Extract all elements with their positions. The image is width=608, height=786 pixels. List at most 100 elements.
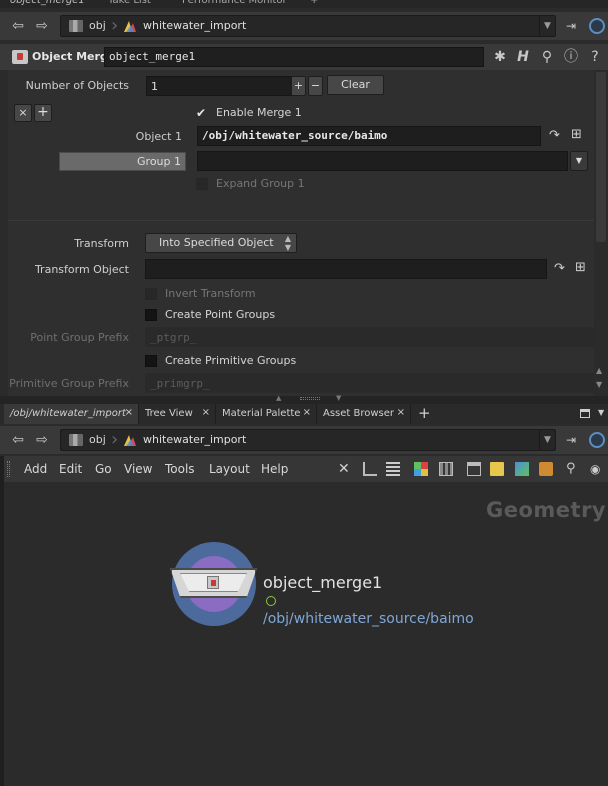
- add-tab-button[interactable]: +: [418, 404, 431, 422]
- jump-icon[interactable]: ↷: [549, 128, 560, 143]
- node-type-label: Object Merge: [32, 50, 116, 63]
- package-icon[interactable]: [539, 462, 553, 476]
- lower-path-bar: ⇦ ⇨ obj › whitewater_import ▼ ⇥: [0, 426, 608, 454]
- num-objects-field[interactable]: 1: [146, 76, 292, 96]
- parameters-scrollbar[interactable]: ▲ ▼: [594, 70, 608, 396]
- back-arrow-icon[interactable]: ⇦: [10, 432, 26, 448]
- link-icon[interactable]: [589, 18, 605, 34]
- pin-icon[interactable]: ⇥: [566, 433, 576, 447]
- network-editor[interactable]: [4, 482, 608, 786]
- path-segment-node[interactable]: whitewater_import: [143, 433, 246, 446]
- menu-view[interactable]: View: [124, 462, 152, 476]
- maximize-icon[interactable]: [580, 409, 590, 418]
- create-prim-groups-label: Create Primitive Groups: [165, 354, 297, 367]
- enable-merge-checkbox[interactable]: ✔: [196, 106, 206, 120]
- menu-go[interactable]: Go: [95, 462, 112, 476]
- create-prim-groups-checkbox[interactable]: [145, 355, 157, 367]
- transform-object-field[interactable]: [145, 259, 547, 279]
- node-name-label[interactable]: object_merge1: [263, 573, 382, 592]
- scrollbar-thumb[interactable]: [596, 72, 606, 242]
- invert-transform-label: Invert Transform: [165, 287, 256, 300]
- back-arrow-icon[interactable]: ⇦: [10, 18, 26, 34]
- forward-arrow-icon[interactable]: ⇨: [34, 18, 50, 34]
- add-multiparm-button[interactable]: +: [34, 104, 52, 122]
- enable-merge-label: Enable Merge 1: [216, 106, 302, 119]
- path-field[interactable]: obj › whitewater_import ▼: [60, 15, 556, 37]
- close-icon[interactable]: ×: [202, 407, 210, 418]
- close-icon[interactable]: ×: [125, 407, 133, 418]
- scroll-down-icon[interactable]: ▼: [596, 380, 602, 389]
- path-segment-node[interactable]: whitewater_import: [143, 19, 246, 32]
- remove-multiparm-button[interactable]: ×: [14, 104, 32, 122]
- object1-label: Object 1: [135, 130, 182, 143]
- top-tab-strip: object_merge1 Take List Performance Moni…: [0, 0, 608, 8]
- search-icon[interactable]: ⚲: [538, 48, 556, 66]
- top-path-bar: ⇦ ⇨ obj › whitewater_import ▼ ⇥: [0, 12, 608, 40]
- decrement-button[interactable]: −: [308, 76, 323, 96]
- network-icon: [69, 434, 83, 446]
- group1-label-box: Group 1: [59, 152, 186, 171]
- list-icon[interactable]: [386, 462, 400, 476]
- menu-help[interactable]: Help: [261, 462, 288, 476]
- increment-button[interactable]: +: [291, 76, 306, 96]
- point-group-prefix-field: _ptgrp_: [145, 327, 594, 347]
- group1-field[interactable]: [197, 151, 568, 171]
- transform-menu[interactable]: Into Specified Object ▲ ▼: [145, 233, 297, 253]
- forward-arrow-icon[interactable]: ⇨: [34, 432, 50, 448]
- tab-network-view[interactable]: /obj/whitewater_import ×: [4, 404, 139, 424]
- gear-icon[interactable]: ✱: [491, 48, 509, 66]
- node-chooser-icon[interactable]: ⊞: [571, 127, 582, 142]
- node-name-field[interactable]: object_merge1: [104, 47, 484, 67]
- tools-wrench-icon[interactable]: ✕: [338, 462, 352, 476]
- help-h-icon[interactable]: H: [514, 48, 532, 66]
- network-menu-bar: Add Edit Go View Tools Layout Help ✕ ⚲ ◉: [4, 456, 608, 482]
- path-segment-obj[interactable]: obj: [89, 433, 106, 446]
- sticky-note-icon[interactable]: [490, 462, 504, 476]
- menu-edit[interactable]: Edit: [59, 462, 82, 476]
- info-icon[interactable]: ⓘ: [562, 48, 580, 66]
- close-icon[interactable]: ×: [303, 407, 311, 418]
- pane-divider[interactable]: ▲ ▼: [0, 394, 608, 404]
- search-icon[interactable]: ⚲: [566, 462, 580, 476]
- collapse-down-icon[interactable]: ▼: [336, 394, 341, 402]
- node-chooser-icon[interactable]: ⊞: [575, 260, 586, 275]
- lower-tab-bar: /obj/whitewater_import × Tree View × Mat…: [0, 404, 608, 424]
- tab-tree-view[interactable]: Tree View ×: [139, 404, 216, 424]
- path-field[interactable]: obj › whitewater_import ▼: [60, 429, 556, 451]
- drag-handle[interactable]: [300, 397, 320, 400]
- object-icon: [124, 21, 136, 32]
- close-icon[interactable]: ×: [397, 407, 405, 418]
- tab-asset-browser[interactable]: Asset Browser ×: [317, 404, 411, 424]
- pane-menu-icon[interactable]: ▼: [598, 408, 604, 417]
- pin-icon[interactable]: ⇥: [566, 19, 576, 33]
- chevron-down-icon[interactable]: ▼: [539, 16, 555, 36]
- tree-layout-icon[interactable]: [363, 462, 377, 476]
- color-palette-icon[interactable]: [414, 462, 428, 476]
- add-tab-button[interactable]: +: [310, 0, 318, 8]
- group1-dropdown-icon[interactable]: ▼: [570, 151, 588, 171]
- context-label: Geometry: [486, 498, 607, 522]
- chevron-down-icon[interactable]: ▼: [539, 430, 555, 450]
- collapse-up-icon[interactable]: ▲: [276, 394, 281, 402]
- menu-layout[interactable]: Layout: [209, 462, 250, 476]
- tab-take-list[interactable]: Take List: [108, 0, 151, 8]
- image-icon[interactable]: [515, 462, 529, 476]
- link-icon[interactable]: [589, 432, 605, 448]
- jump-icon[interactable]: ↷: [554, 261, 565, 276]
- create-point-groups-checkbox[interactable]: [145, 309, 157, 321]
- network-box-icon[interactable]: [467, 462, 481, 476]
- grid-icon[interactable]: [439, 462, 453, 476]
- tab-object-merge1[interactable]: object_merge1: [10, 0, 85, 8]
- help-icon[interactable]: ?: [586, 48, 604, 66]
- tab-material-palette[interactable]: Material Palette ×: [216, 404, 317, 424]
- menu-tools[interactable]: Tools: [165, 462, 195, 476]
- create-point-groups-label: Create Point Groups: [165, 308, 276, 321]
- menu-arrows-icon: ▲ ▼: [284, 234, 291, 252]
- object1-field[interactable]: /obj/whitewater_source/baimo: [197, 126, 541, 146]
- menu-add[interactable]: Add: [24, 462, 47, 476]
- clear-button[interactable]: Clear: [327, 75, 384, 95]
- path-segment-obj[interactable]: obj: [89, 19, 106, 32]
- eye-icon[interactable]: ◉: [590, 462, 604, 476]
- scroll-up-icon[interactable]: ▲: [596, 366, 602, 375]
- tab-performance-monitor[interactable]: Performance Monitor: [182, 0, 287, 8]
